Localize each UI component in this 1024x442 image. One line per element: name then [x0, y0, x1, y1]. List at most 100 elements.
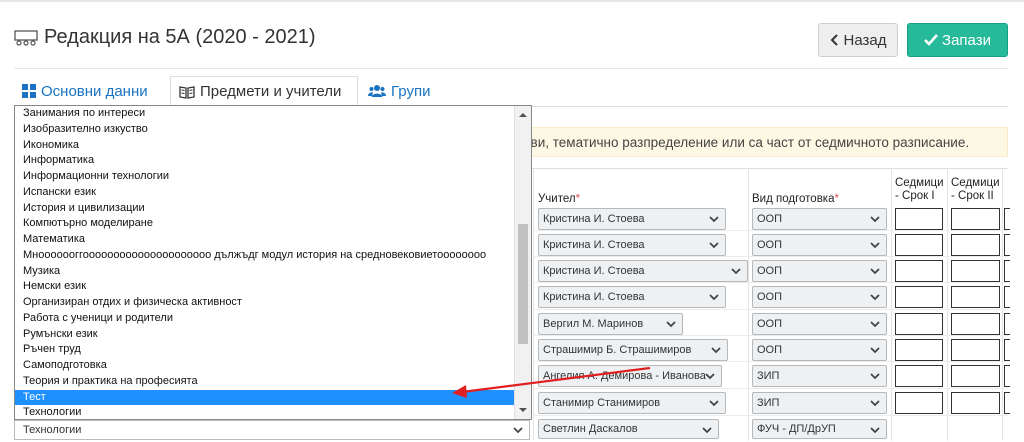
chevron-down-icon	[870, 292, 880, 302]
training-type-select-value: ФУЧ - ДП/ДрУП	[757, 423, 836, 435]
teacher-select[interactable]: Кристина И. Стоева	[538, 208, 726, 230]
book-icon	[179, 85, 195, 99]
weekly-hours-term2-input[interactable]	[951, 365, 1000, 387]
dropdown-option[interactable]: Изобразително изкуство	[15, 122, 516, 138]
dropdown-option[interactable]: Информационни технологии	[15, 169, 516, 185]
next-column-input[interactable]	[1004, 260, 1010, 282]
header-divider	[14, 68, 1008, 69]
teacher-select[interactable]: Кристина И. Стоева	[538, 260, 748, 282]
weekly-hours-term1-input[interactable]	[895, 208, 943, 230]
tab-groups-label: Групи	[391, 82, 431, 100]
table-row-divider	[533, 309, 1008, 310]
page-title-text: Редакция на 5А (2020 - 2021)	[44, 26, 316, 48]
teacher-select[interactable]: Вергил М. Маринов	[538, 313, 683, 335]
weekly-hours-term1-input[interactable]	[895, 392, 943, 414]
training-type-select[interactable]: ООП	[752, 286, 887, 308]
weekly-hours-term2-input[interactable]	[951, 286, 1000, 308]
dropdown-option[interactable]: Испански език	[15, 185, 516, 201]
subject-select-last-row[interactable]: Технологии	[14, 420, 530, 440]
teacher-select-value: Кристина И. Стоева	[543, 239, 645, 251]
weekly-hours-term1-input[interactable]	[895, 234, 943, 256]
dropdown-option[interactable]: История и цивилизации	[15, 201, 516, 217]
weekly-hours-term2-input[interactable]	[951, 234, 1000, 256]
scroll-down-arrow-icon[interactable]	[519, 406, 527, 414]
training-type-select[interactable]: ООП	[752, 260, 887, 282]
dropdown-option[interactable]: Ръчен труд	[15, 342, 516, 358]
dropdown-option[interactable]: Информатика	[15, 153, 516, 169]
dropdown-option[interactable]: Работа с ученици и родители	[15, 311, 516, 327]
chevron-down-icon	[513, 425, 523, 435]
weekly-hours-term2-input[interactable]	[951, 392, 1000, 414]
chevron-down-icon	[870, 266, 880, 276]
training-type-select[interactable]: ЗИП	[752, 392, 887, 414]
dropdown-option[interactable]: Румънски език	[15, 327, 516, 343]
next-column-input[interactable]	[1004, 392, 1010, 414]
tab-basic-data[interactable]: Основни данни	[14, 76, 170, 106]
dropdown-option[interactable]: Организиран отдих и физическа активност	[15, 295, 516, 311]
chevron-down-icon	[709, 398, 719, 408]
tab-subjects-teachers[interactable]: Предмети и учители	[170, 76, 358, 106]
training-type-select-value: ООП	[757, 239, 783, 251]
red-annotation-arrow	[452, 366, 651, 398]
dropdown-option[interactable]: Музика	[15, 264, 516, 280]
top-border	[0, 0, 1024, 2]
teacher-select-value: Кристина И. Стоева	[543, 265, 645, 277]
users-icon	[368, 84, 386, 98]
chevron-down-icon	[870, 214, 880, 224]
dropdown-option[interactable]: Занимания по интереси	[15, 106, 516, 122]
chevron-down-icon	[731, 266, 741, 276]
next-column-input[interactable]	[1004, 286, 1010, 308]
dropdown-option[interactable]: Икономика	[15, 138, 516, 154]
teacher-select[interactable]: Светлин Даскалов	[538, 419, 719, 439]
chevron-down-icon	[705, 371, 715, 381]
weekly-hours-term2-input[interactable]	[951, 313, 1000, 335]
column-header-weekly-term1: Седмици - Срок I	[895, 177, 944, 203]
next-column-input[interactable]	[1004, 234, 1010, 256]
dropdown-option[interactable]: Немски език	[15, 279, 516, 295]
table-row-divider	[533, 230, 1008, 231]
scroll-up-arrow-icon[interactable]	[519, 111, 527, 119]
teacher-select-value: Страшимир Б. Страшимиров	[543, 344, 692, 356]
weekly-hours-term1-input[interactable]	[895, 286, 943, 308]
training-type-select[interactable]: ООП	[752, 339, 887, 361]
weekly-hours-term2-input[interactable]	[951, 208, 1000, 230]
training-type-select[interactable]: ООП	[752, 313, 887, 335]
column-header-weekly-term1-line2: - Срок I	[895, 190, 935, 202]
column-divider	[748, 168, 749, 441]
weekly-hours-term1-input[interactable]	[895, 260, 943, 282]
alert-text: иви, тематично разпределение или са част…	[523, 135, 970, 150]
column-header-weekly-term2-line1: Седмици	[951, 177, 1000, 189]
column-header-teacher: Учител*	[538, 193, 580, 206]
training-type-select[interactable]: ФУЧ - ДП/ДрУП	[752, 419, 887, 439]
dropdown-option[interactable]: Компютърно моделиране	[15, 216, 516, 232]
weekly-hours-term1-input[interactable]	[895, 313, 943, 335]
teacher-select[interactable]: Страшимир Б. Страшимиров	[538, 339, 728, 361]
tab-groups[interactable]: Групи	[360, 76, 450, 106]
teacher-select[interactable]: Кристина И. Стоева	[538, 234, 726, 256]
back-button[interactable]: Назад	[818, 23, 898, 57]
weekly-hours-term1-input[interactable]	[895, 365, 943, 387]
table-row-divider	[533, 335, 1008, 336]
weekly-hours-term1-input[interactable]	[895, 339, 943, 361]
weekly-hours-term2-input[interactable]	[951, 260, 1000, 282]
training-type-select[interactable]: ООП	[752, 234, 887, 256]
next-column-input[interactable]	[1004, 208, 1010, 230]
tab-basic-data-label: Основни данни	[41, 82, 148, 100]
chevron-down-icon	[709, 240, 719, 250]
teacher-select[interactable]: Кристина И. Стоева	[538, 286, 726, 308]
chevron-down-icon	[870, 319, 880, 329]
dropdown-option[interactable]: Технологии	[15, 405, 516, 419]
dropdown-option[interactable]: Мнооооооггооооооооооооооооооооо дължъдг …	[15, 248, 516, 264]
next-column-input[interactable]	[1004, 365, 1010, 387]
training-type-select[interactable]: ООП	[752, 208, 887, 230]
training-type-select[interactable]: ЗИП	[752, 365, 887, 387]
next-column-input[interactable]	[1004, 313, 1010, 335]
table-row-divider	[533, 282, 1008, 283]
next-column-input[interactable]	[1004, 339, 1010, 361]
teacher-select-value: Вергил М. Маринов	[543, 318, 644, 330]
dropdown-option[interactable]: Математика	[15, 232, 516, 248]
scrollbar-thumb[interactable]	[518, 224, 528, 344]
weekly-hours-term2-input[interactable]	[951, 339, 1000, 361]
chevron-down-icon	[709, 292, 719, 302]
save-button[interactable]: Запази	[907, 23, 1008, 57]
